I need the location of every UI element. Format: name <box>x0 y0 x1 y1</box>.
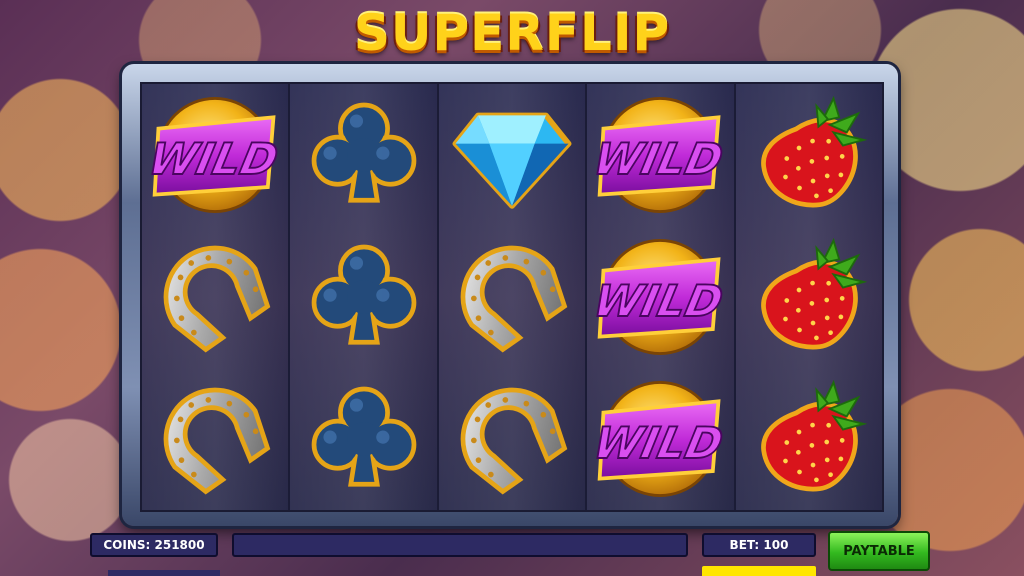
strawberry-symbol-icon <box>736 226 882 368</box>
game-logo: SUPERFLIP <box>353 4 671 62</box>
club-symbol-icon <box>290 226 436 368</box>
reel-3 <box>438 84 588 510</box>
reel-2 <box>290 84 439 510</box>
svg-text:WILD: WILD <box>594 276 726 326</box>
svg-text:WILD: WILD <box>594 418 726 468</box>
strawberry-symbol-icon <box>736 84 882 226</box>
diamond-symbol-icon <box>439 84 585 226</box>
strawberry-symbol-icon <box>736 368 882 510</box>
horseshoe-symbol-icon <box>142 226 288 368</box>
message-bar <box>232 533 688 557</box>
coins-display: COINS: 251800 <box>90 533 218 557</box>
paytable-button[interactable]: PAYTABLE <box>828 531 930 571</box>
horseshoe-symbol-icon <box>142 368 288 510</box>
wild-symbol-icon: WILD <box>142 84 288 226</box>
svg-text:WILD: WILD <box>594 134 726 184</box>
horseshoe-symbol-icon <box>439 368 585 510</box>
reel-5 <box>735 84 883 510</box>
wild-symbol-icon: WILD <box>587 368 733 510</box>
svg-text:WILD: WILD <box>149 134 281 184</box>
wild-symbol-icon: WILD <box>587 226 733 368</box>
reel-4: WILD WILD WILD <box>587 84 736 510</box>
panel-edge <box>108 570 220 576</box>
wild-symbol-icon: WILD <box>587 84 733 226</box>
club-symbol-icon <box>290 84 436 226</box>
spin-button-edge[interactable] <box>702 566 816 576</box>
horseshoe-symbol-icon <box>439 226 585 368</box>
reel-1: WILD <box>142 84 291 510</box>
club-symbol-icon <box>290 368 436 510</box>
reel-grid: WILD WILD WILD WILD <box>140 82 884 512</box>
bet-display[interactable]: BET: 100 <box>702 533 816 557</box>
